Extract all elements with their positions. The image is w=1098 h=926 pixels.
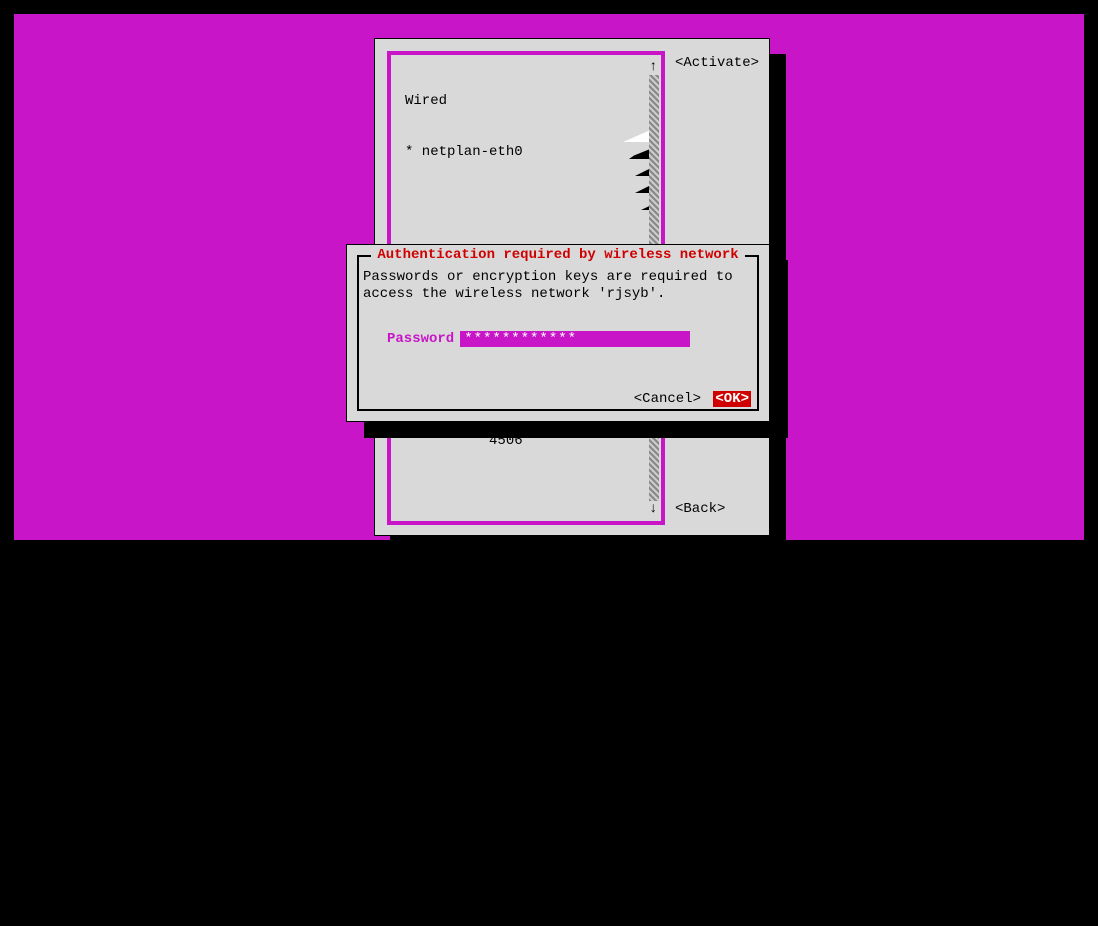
wifi-item-wjmac[interactable]: wjmac bbox=[395, 518, 635, 586]
wifi-item-sdzx-m[interactable]: SDZX-M bbox=[395, 620, 635, 688]
scroll-down-icon[interactable]: ↓ bbox=[649, 501, 659, 517]
wifi-item-dangan[interactable]: dangan bbox=[395, 722, 635, 790]
auth-dialog: Authentication required by wireless netw… bbox=[346, 244, 770, 422]
wifi-name: HP-Print-2a-LaserJet Pro MFP bbox=[489, 841, 724, 857]
activate-button[interactable]: <Activate> bbox=[675, 55, 759, 71]
cancel-button[interactable]: <Cancel> bbox=[634, 391, 701, 407]
dialog-body-text: Passwords or encryption keys are require… bbox=[363, 269, 753, 303]
wired-item[interactable]: * netplan-eth0 bbox=[395, 144, 635, 161]
password-input[interactable]: ************ bbox=[460, 331, 690, 347]
scroll-up-icon[interactable]: ↑ bbox=[649, 59, 659, 75]
wifi-name: dangan bbox=[489, 739, 539, 755]
network-list: Wired * netplan-eth0 Wi-Fi rjsyb 4506 wj… bbox=[395, 59, 635, 926]
dialog-title-wrap: Authentication required by wireless netw… bbox=[347, 247, 769, 263]
password-row: Password ************ bbox=[387, 331, 690, 347]
wifi-name: SDZX-M bbox=[489, 637, 539, 653]
password-label: Password bbox=[387, 331, 454, 347]
dialog-button-row: <Cancel> <OK> bbox=[634, 391, 751, 407]
wired-header: Wired bbox=[395, 93, 635, 110]
wifi-item-hp-print[interactable]: HP-Print-2a-LaserJet Pro MFP bbox=[395, 824, 635, 892]
wifi-name: wjmac bbox=[489, 535, 531, 551]
desktop-background: Wired * netplan-eth0 Wi-Fi rjsyb 4506 wj… bbox=[14, 14, 1084, 540]
dialog-title: Authentication required by wireless netw… bbox=[371, 247, 744, 263]
blank-row bbox=[395, 195, 635, 212]
back-button[interactable]: <Back> bbox=[675, 501, 725, 517]
ok-button[interactable]: <OK> bbox=[713, 391, 751, 407]
